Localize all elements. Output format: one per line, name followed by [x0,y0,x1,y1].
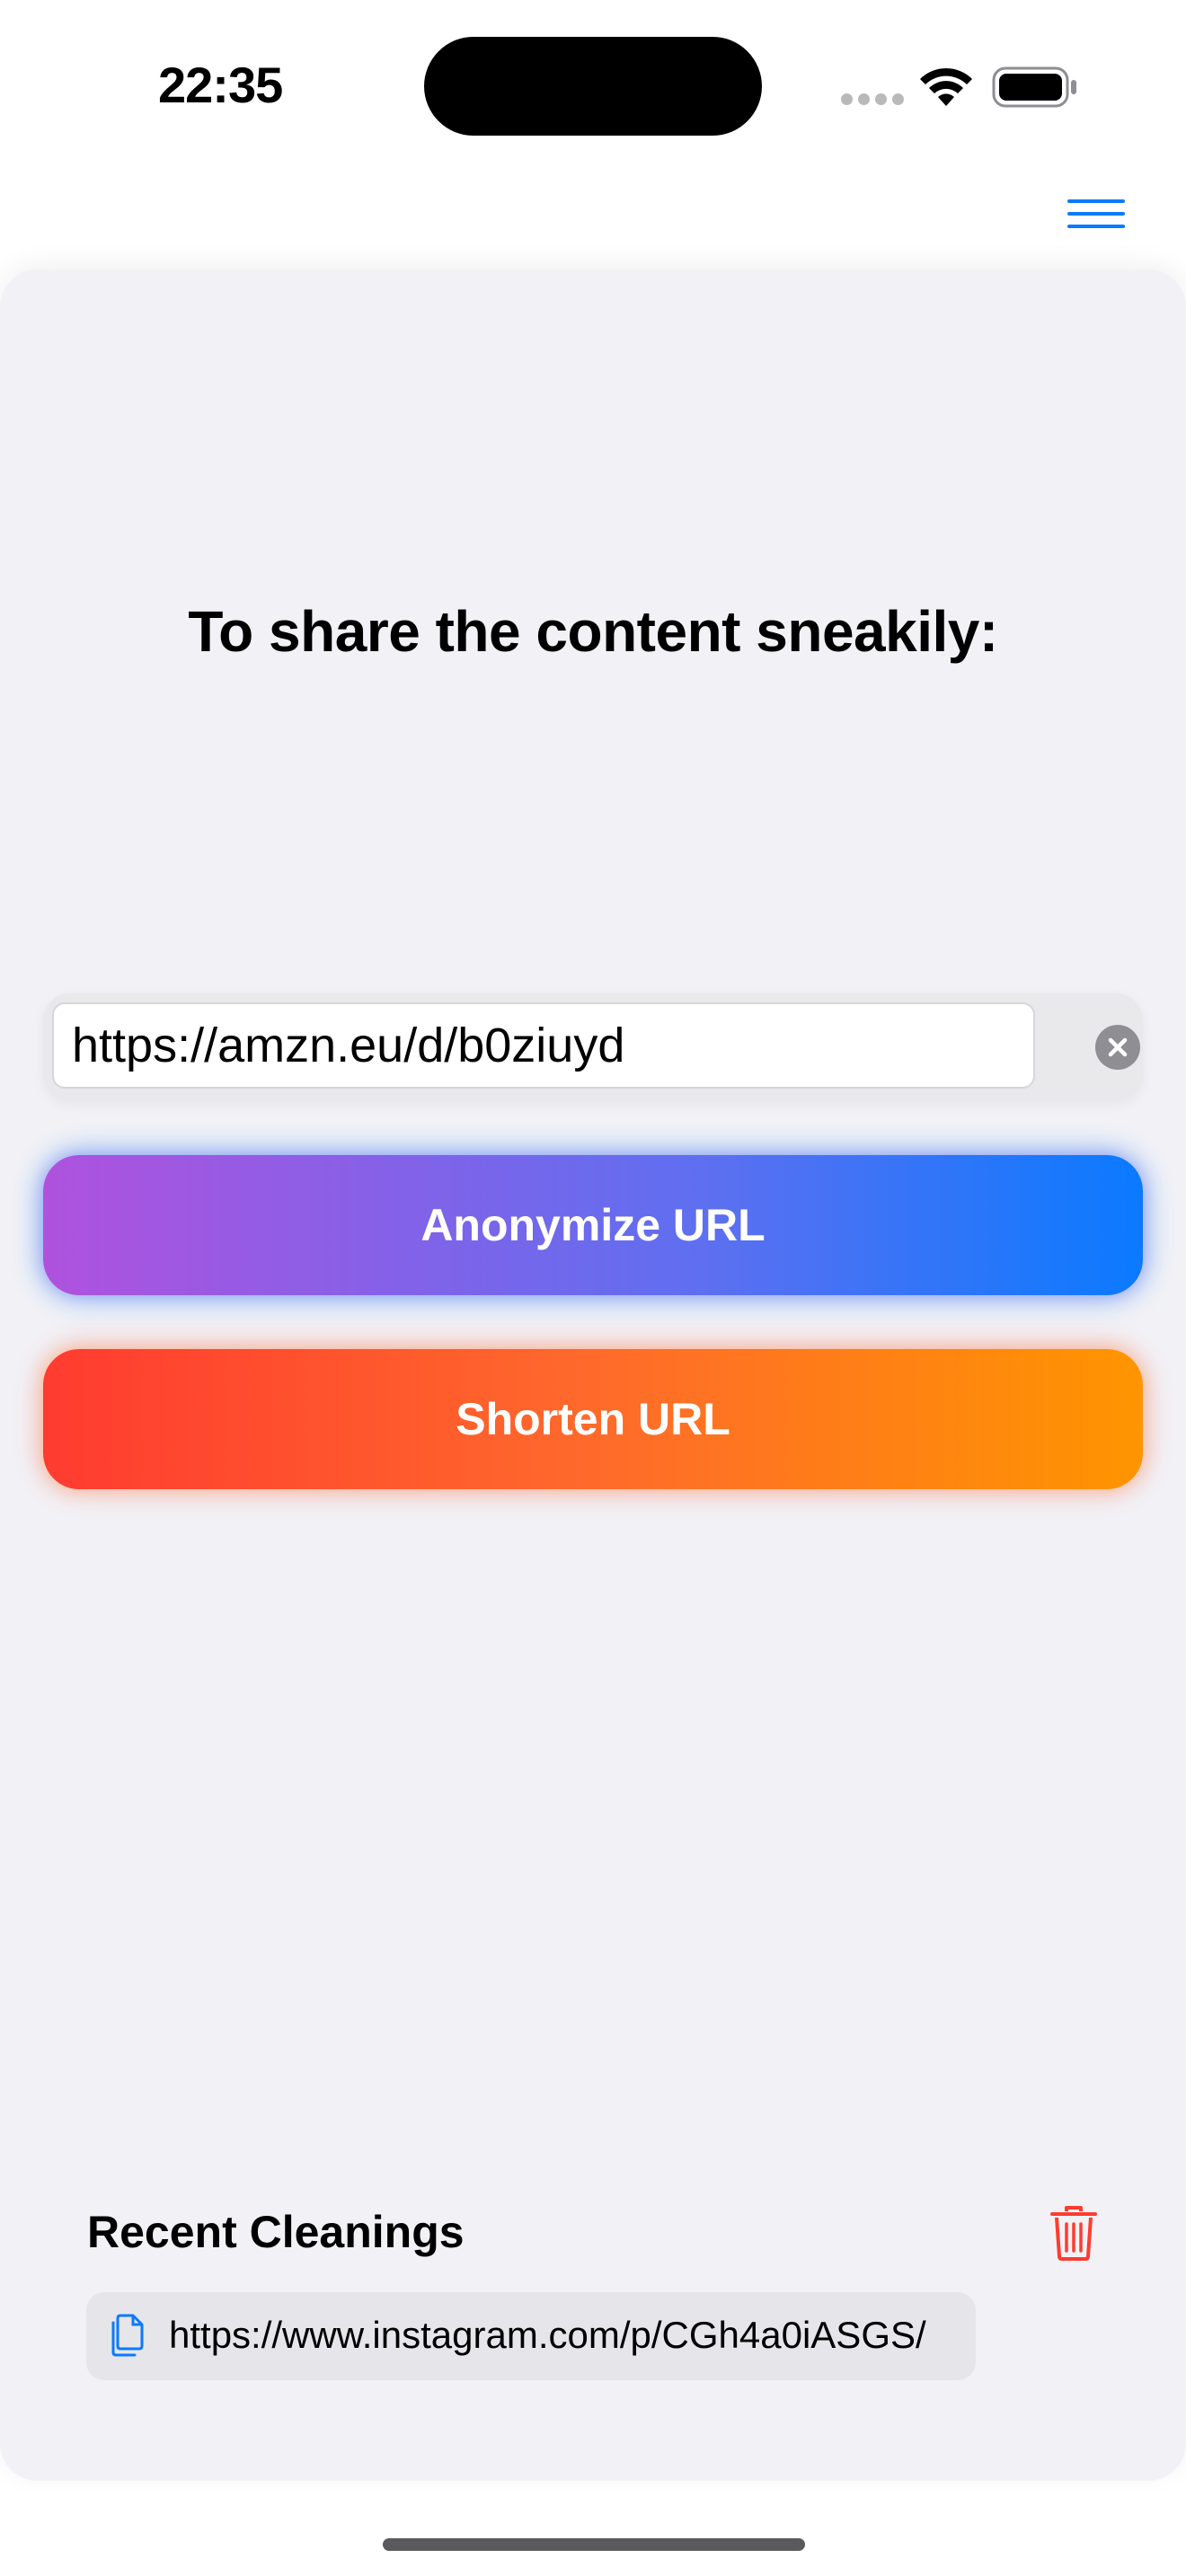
shorten-url-button[interactable]: Shorten URL [43,1349,1143,1489]
menu-button[interactable] [1060,189,1132,239]
battery-icon [992,66,1076,108]
status-time: 22:35 [158,57,283,113]
clear-history-button[interactable] [1049,2204,1098,2262]
document-copy-icon [111,2314,144,2357]
page-headline: To share the content sneakily: [188,599,998,664]
recent-item[interactable]: https://www.instagram.com/p/CGh4a0iASGS/ [86,2292,976,2380]
url-input-container [43,993,1143,1101]
trash-icon [1050,2206,1097,2261]
anonymize-url-button[interactable]: Anonymize URL [43,1155,1143,1295]
recent-item-url: https://www.instagram.com/p/CGh4a0iASGS/ [169,2314,926,2356]
clear-x-icon [1095,1025,1140,1070]
hamburger-menu-icon [1067,199,1125,228]
recent-cleanings-title: Recent Cleanings [87,2207,465,2257]
signal-dots-icon [841,93,904,105]
wifi-icon [920,67,972,106]
main-card: To share the content sneakily: Anonymize… [0,269,1186,2481]
url-input[interactable] [52,1002,1035,1089]
status-bar: 22:35 [0,0,1186,171]
clear-input-button[interactable] [1094,1024,1141,1071]
home-indicator[interactable] [383,2538,805,2551]
dynamic-island [424,37,762,136]
